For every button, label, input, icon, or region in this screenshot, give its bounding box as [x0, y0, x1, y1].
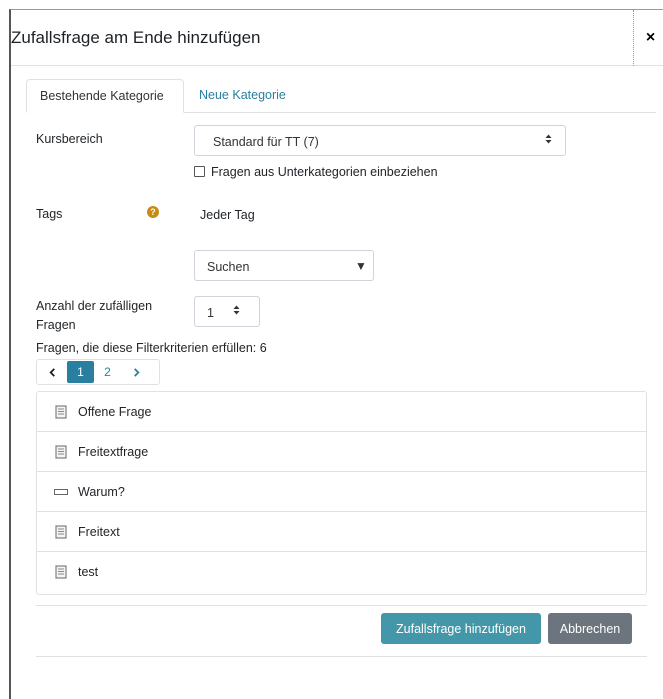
close-button[interactable]: × — [633, 10, 663, 66]
tab-new-category[interactable]: Neue Kategorie — [186, 79, 299, 113]
question-list: Offene Frage Freitextfrage Warum? Freite… — [36, 391, 647, 595]
question-list-item: Freitext — [37, 512, 646, 552]
dropdown-triangle-icon: ▼ — [355, 259, 367, 273]
question-list-item: test — [37, 552, 646, 592]
chevron-left-icon — [48, 367, 55, 377]
question-name: test — [78, 565, 99, 579]
dialog-header: Zufallsfrage am Ende hinzufügen × — [11, 10, 663, 66]
category-tabs: Bestehende Kategorie Neue Kategorie — [26, 79, 656, 113]
chevron-right-icon — [133, 367, 140, 377]
essay-question-icon — [55, 445, 67, 458]
page-2-button[interactable]: 2 — [94, 360, 121, 384]
next-page-button[interactable] — [121, 360, 151, 384]
tags-label: Tags — [36, 207, 63, 221]
question-name: Freitext — [78, 524, 120, 539]
essay-question-icon — [55, 565, 67, 579]
essay-question-icon — [55, 405, 67, 418]
subcategories-checkbox[interactable] — [194, 166, 205, 177]
pagination: 1 2 — [36, 359, 160, 385]
help-icon[interactable]: ? — [147, 206, 159, 218]
tab-existing-category[interactable]: Bestehende Kategorie — [26, 79, 184, 113]
tags-value: Jeder Tag — [200, 208, 255, 222]
short-answer-icon — [54, 488, 68, 495]
question-list-item: Offene Frage — [37, 392, 646, 432]
tags-search-select[interactable]: Suchen ▼ — [194, 250, 374, 281]
question-name: Warum? — [78, 484, 125, 499]
question-list-item: Warum? — [37, 472, 646, 512]
essay-question-icon — [55, 525, 67, 538]
previous-page-button[interactable] — [37, 360, 67, 384]
count-select[interactable]: 1 — [194, 296, 260, 327]
background-page-strip — [0, 0, 663, 9]
category-select[interactable]: Standard für TT (7) — [194, 125, 566, 156]
select-arrows-icon — [545, 133, 552, 148]
category-label: Kursbereich — [36, 132, 103, 146]
add-random-question-button[interactable]: Zufallsfrage hinzufügen — [381, 613, 541, 644]
count-select-value: 1 — [207, 306, 214, 320]
question-name: Offene Frage — [78, 404, 152, 419]
cancel-button[interactable]: Abbrechen — [548, 613, 632, 644]
footer-divider — [36, 656, 647, 657]
count-label: Anzahl der zufälligen Fragen — [36, 299, 153, 332]
subcategories-label: Fragen aus Unterkategorien einbeziehen — [211, 165, 438, 179]
select-arrows-icon — [233, 304, 240, 319]
tags-search-placeholder: Suchen — [207, 260, 250, 274]
close-icon: × — [645, 29, 656, 46]
question-name: Freitextfrage — [78, 444, 149, 459]
question-list-item: Freitextfrage — [37, 432, 646, 472]
results-summary: Fragen, die diese Filterkriterien erfüll… — [36, 341, 267, 355]
category-select-value: Standard für TT (7) — [213, 135, 319, 149]
footer-divider — [36, 605, 647, 606]
dialog-title: Zufallsfrage am Ende hinzufügen — [11, 28, 261, 47]
page-1-button[interactable]: 1 — [67, 361, 94, 383]
